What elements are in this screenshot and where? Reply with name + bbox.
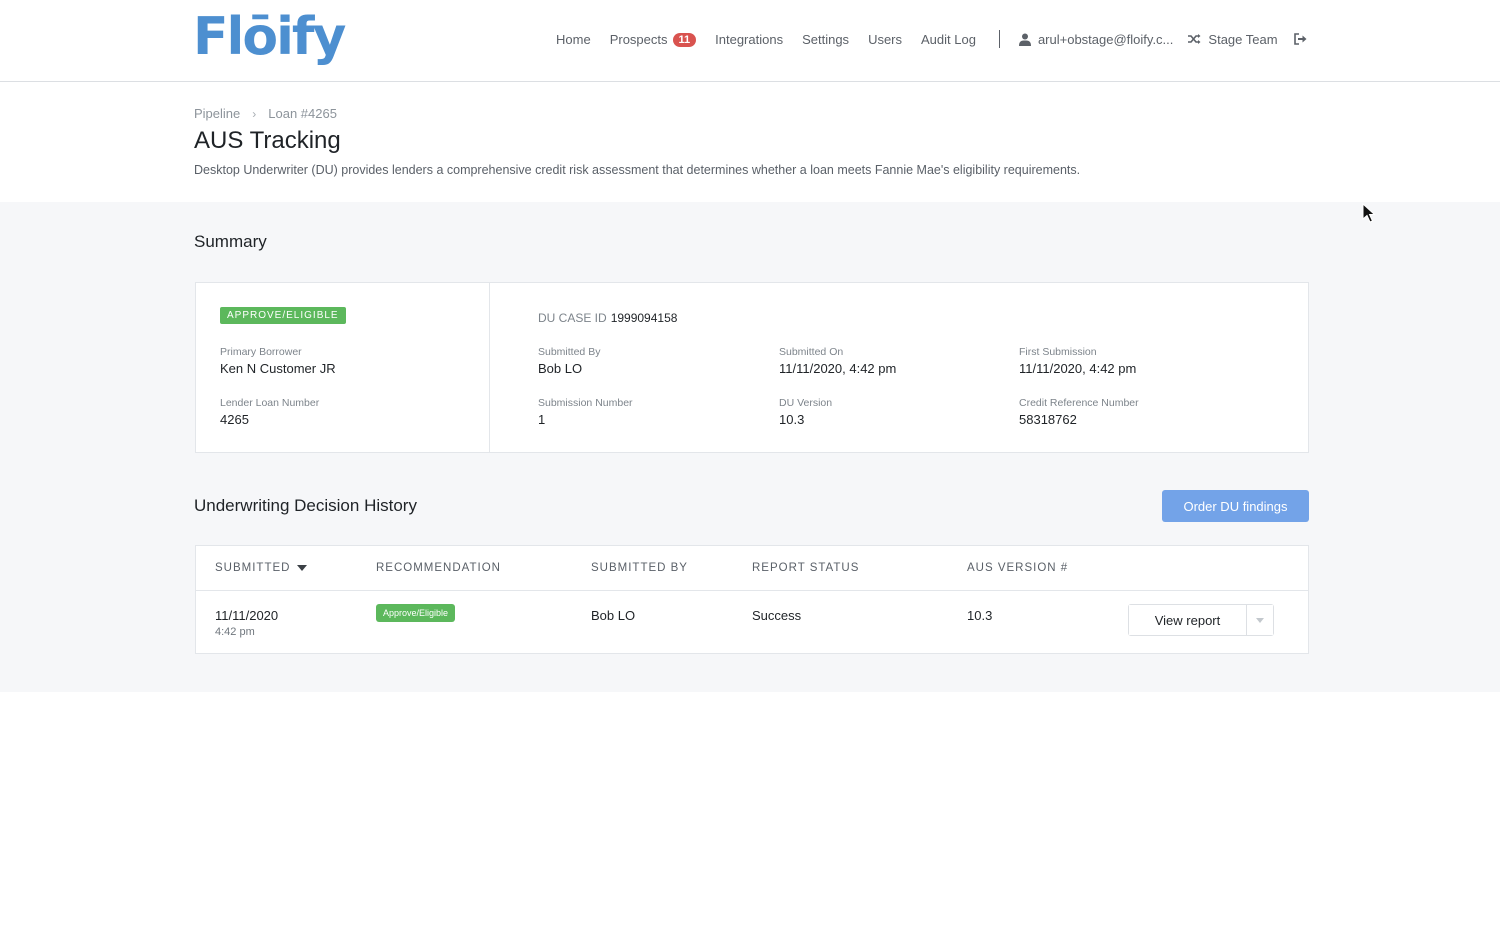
primary-borrower-value: Ken N Customer JR xyxy=(220,361,336,376)
view-report-button[interactable]: View report xyxy=(1129,605,1247,635)
order-du-findings-button[interactable]: Order DU findings xyxy=(1162,490,1309,522)
first-submission-label: First Submission xyxy=(1019,346,1097,358)
user-email: arul+obstage@floify.c... xyxy=(1037,31,1174,47)
user-account-link[interactable]: arul+obstage@floify.c... xyxy=(1018,31,1174,47)
main-nav: Home Prospects 11 Integrations Settings U… xyxy=(556,28,1307,50)
du-case-id-label: DU CASE ID xyxy=(538,311,607,325)
nav-prospects-label: Prospects xyxy=(609,31,668,47)
row-time: 4:42 pm xyxy=(215,626,255,638)
breadcrumb: Pipeline › Loan #4265 xyxy=(194,106,337,121)
du-case-id: DU CASE ID 1999094158 xyxy=(538,311,677,325)
submitted-on-value: 11/11/2020, 4:42 pm xyxy=(779,361,897,376)
first-submission-field: First Submission 11/11/2020, 4:42 pm xyxy=(1019,346,1136,376)
logout-icon[interactable] xyxy=(1293,33,1307,45)
mouse-cursor-icon xyxy=(1362,202,1376,228)
du-case-id-value: 1999094158 xyxy=(610,311,678,325)
row-aus-version: 10.3 xyxy=(967,608,993,623)
column-recommendation: RECOMMENDATION xyxy=(376,562,501,574)
page-description: Desktop Underwriter (DU) provides lender… xyxy=(194,163,1081,177)
lender-loan-number-value: 4265 xyxy=(220,412,249,427)
recommendation-badge: Approve/Eligible xyxy=(376,604,456,622)
column-submitted-by: SUBMITTED BY xyxy=(591,562,688,574)
submitted-by-value: Bob LO xyxy=(538,361,583,376)
user-icon xyxy=(1018,33,1031,46)
chevron-right-icon: › xyxy=(252,106,257,121)
report-options-dropdown[interactable] xyxy=(1247,605,1273,635)
nav-settings[interactable]: Settings xyxy=(802,32,849,47)
du-version-label: DU Version xyxy=(779,397,833,409)
history-table: SUBMITTED RECOMMENDATION SUBMITTED BY RE… xyxy=(195,545,1309,654)
prospects-count-badge: 11 xyxy=(672,32,697,47)
nav-audit-log[interactable]: Audit Log xyxy=(921,32,976,47)
sort-down-icon xyxy=(297,565,308,571)
credit-reference-field: Credit Reference Number 58318762 xyxy=(1019,397,1139,427)
breadcrumb-current: Loan #4265 xyxy=(268,106,337,121)
column-report-status: REPORT STATUS xyxy=(752,562,860,574)
top-navbar: Flōify Home Prospects 11 Integrations Set… xyxy=(0,0,1500,82)
credit-reference-label: Credit Reference Number xyxy=(1019,397,1139,409)
primary-borrower-field: Primary Borrower Ken N Customer JR xyxy=(220,346,336,376)
summary-left-panel: APPROVE/ELIGIBLE Primary Borrower Ken N … xyxy=(196,283,490,452)
team-name: Stage Team xyxy=(1208,31,1278,47)
du-version-field: DU Version 10.3 xyxy=(779,397,832,427)
submitted-by-label: Submitted By xyxy=(538,346,601,358)
table-header: SUBMITTED RECOMMENDATION SUBMITTED BY RE… xyxy=(196,546,1308,591)
row-submitted-by: Bob LO xyxy=(591,608,636,623)
caret-down-icon xyxy=(1256,617,1264,623)
column-submitted-label: SUBMITTED xyxy=(215,562,291,574)
row-date: 11/11/2020 xyxy=(215,608,279,623)
page-title: AUS Tracking xyxy=(194,127,341,154)
lender-loan-number-label: Lender Loan Number xyxy=(220,397,320,409)
credit-reference-value: 58318762 xyxy=(1019,412,1077,427)
nav-users[interactable]: Users xyxy=(868,32,902,47)
nav-prospects[interactable]: Prospects 11 xyxy=(609,31,697,47)
submission-number-label: Submission Number xyxy=(538,397,633,409)
summary-card: APPROVE/ELIGIBLE Primary Borrower Ken N … xyxy=(195,282,1309,453)
shuffle-icon xyxy=(1188,33,1201,45)
column-aus-version: AUS VERSION # xyxy=(967,562,1069,574)
lender-loan-number-field: Lender Loan Number 4265 xyxy=(220,397,319,427)
breadcrumb-pipeline[interactable]: Pipeline xyxy=(194,106,240,121)
status-badge: APPROVE/ELIGIBLE xyxy=(220,307,346,324)
floify-logo[interactable]: Flōify xyxy=(193,2,346,72)
content-area: Summary APPROVE/ELIGIBLE Primary Borrowe… xyxy=(0,202,1500,692)
primary-borrower-label: Primary Borrower xyxy=(220,346,302,358)
submitted-on-label: Submitted On xyxy=(779,346,844,358)
nav-integrations[interactable]: Integrations xyxy=(715,32,783,47)
submission-number-field: Submission Number 1 xyxy=(538,397,633,427)
switch-team-link[interactable]: Stage Team xyxy=(1188,31,1278,47)
history-title: Underwriting Decision History xyxy=(194,496,417,515)
summary-title: Summary xyxy=(194,232,267,251)
row-report-status: Success xyxy=(752,608,802,623)
nav-divider xyxy=(998,30,1000,48)
submitted-on-field: Submitted On 11/11/2020, 4:42 pm xyxy=(779,346,896,376)
column-submitted[interactable]: SUBMITTED xyxy=(215,562,308,574)
first-submission-value: 11/11/2020, 4:42 pm xyxy=(1019,361,1137,376)
nav-home[interactable]: Home xyxy=(556,32,591,47)
du-version-value: 10.3 xyxy=(779,412,805,427)
submitted-by-field: Submitted By Bob LO xyxy=(538,346,600,376)
submission-number-value: 1 xyxy=(538,412,546,427)
view-report-split-button: View report xyxy=(1128,604,1274,636)
